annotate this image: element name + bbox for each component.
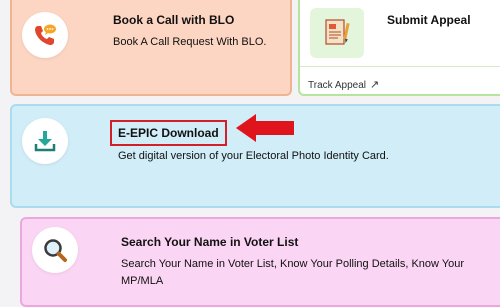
appeal-divider (300, 66, 500, 67)
magnifier-icon (32, 227, 78, 273)
arrow-up-right-icon: ↗ (370, 79, 380, 91)
phone-chat-icon (22, 12, 68, 58)
search-voter-list-card[interactable]: Search Your Name in Voter List Search Yo… (20, 217, 500, 307)
red-pointer-arrow-icon (236, 114, 294, 142)
e-epic-download-card[interactable]: E-EPIC Download Get digital version of y… (10, 104, 500, 208)
e-epic-description: Get digital version of your Electoral Ph… (118, 150, 389, 162)
book-call-blo-title: Book a Call with BLO (113, 13, 235, 27)
search-voter-list-title: Search Your Name in Voter List (121, 235, 299, 249)
appeal-form-icon (310, 8, 364, 58)
book-call-blo-description: Book A Call Request With BLO. (113, 36, 267, 48)
track-appeal-link[interactable]: Track Appeal ↗ (308, 78, 379, 91)
submit-appeal-card[interactable]: Submit Appeal Track Appeal ↗ (298, 0, 500, 96)
search-voter-list-description: Search Your Name in Voter List, Know You… (121, 258, 465, 287)
submit-appeal-title: Submit Appeal (387, 13, 471, 27)
e-epic-title: E-EPIC Download (118, 126, 219, 140)
track-appeal-label: Track Appeal (308, 80, 366, 91)
e-epic-title-highlight: E-EPIC Download (110, 120, 227, 146)
download-tray-icon (22, 118, 68, 164)
book-call-blo-card[interactable]: Book a Call with BLO Book A Call Request… (10, 0, 292, 96)
